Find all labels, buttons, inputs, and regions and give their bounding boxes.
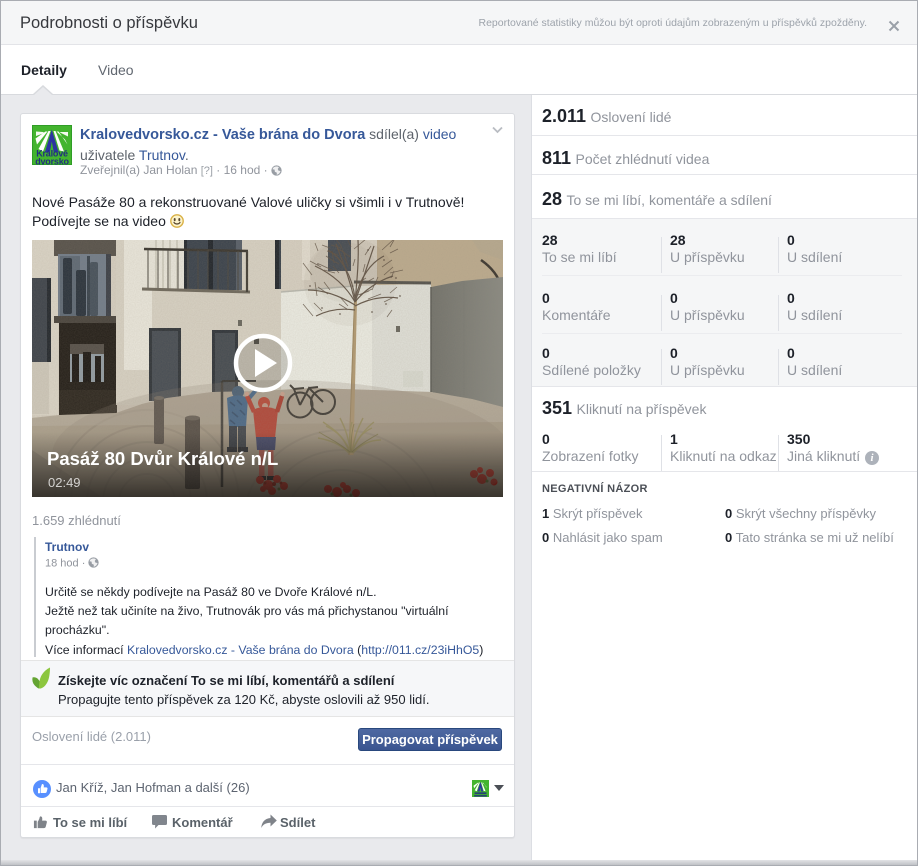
svg-text:02:49: 02:49 <box>48 475 81 490</box>
svg-text:Pasáž 80 Dvůr Králové n/L: Pasáž 80 Dvůr Králové n/L <box>47 448 278 469</box>
svg-text:dvorsko: dvorsko <box>35 157 69 166</box>
